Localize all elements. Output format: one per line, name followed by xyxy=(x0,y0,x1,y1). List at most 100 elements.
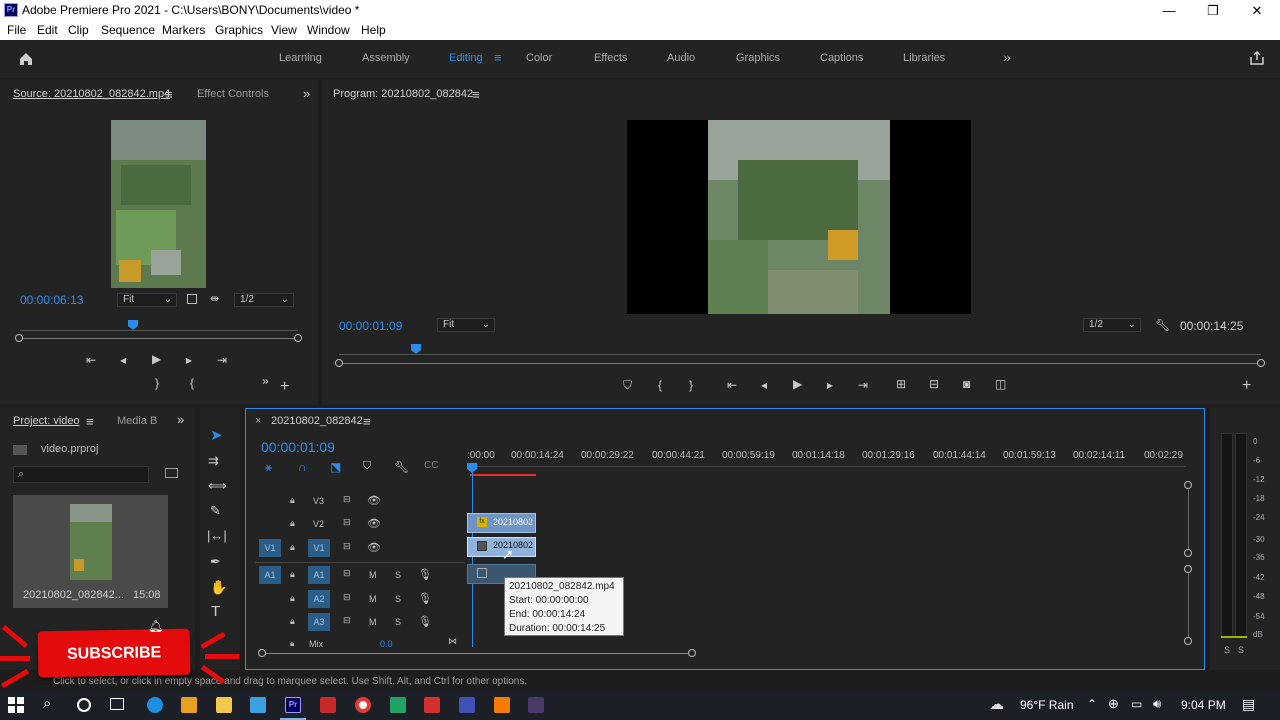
horizontal-scroll-handle-right[interactable] xyxy=(688,649,696,657)
sync-lock-icon[interactable]: ⊟ xyxy=(343,568,351,579)
task-view-icon[interactable] xyxy=(110,698,124,710)
volume-icon[interactable]: 🔊︎ xyxy=(1153,696,1161,712)
mute-icon[interactable]: M xyxy=(369,570,377,580)
source-more-controls-icon[interactable]: » xyxy=(262,374,269,388)
slip-tool-icon[interactable]: |↔| xyxy=(207,528,227,543)
minimize-button[interactable]: — xyxy=(1146,0,1192,21)
source-zoom-handle-left[interactable] xyxy=(15,334,23,342)
file-explorer-icon[interactable] xyxy=(216,697,232,713)
program-resolution-dropdown[interactable]: 1/2 ⌄ xyxy=(1083,318,1141,332)
share-icon[interactable] xyxy=(1249,50,1265,66)
eye-icon[interactable]: 👁︎ xyxy=(367,541,381,554)
microphone-icon[interactable]: 🎙︎ xyxy=(418,615,432,628)
chrome-icon[interactable] xyxy=(355,697,371,713)
vertical-scroll-handle-top[interactable] xyxy=(1184,565,1192,573)
source-add-button[interactable]: + xyxy=(280,378,289,396)
network-icon[interactable]: ▭ xyxy=(1131,697,1142,711)
app-icon[interactable] xyxy=(528,697,544,713)
track-target-a1[interactable]: A1 xyxy=(308,566,330,584)
project-search-input[interactable]: ⌕ xyxy=(13,466,149,483)
lock-icon[interactable]: 🔒︎ xyxy=(290,495,295,506)
source-patch-a1[interactable]: A1 xyxy=(259,566,281,584)
workspaces-more-button[interactable]: » xyxy=(1003,49,1011,65)
lift-icon[interactable]: ⊞ xyxy=(896,377,906,391)
snap-icon[interactable]: ∩ xyxy=(298,460,307,474)
mute-icon[interactable]: M xyxy=(369,617,377,627)
tab-project[interactable]: Project: video xyxy=(13,415,80,427)
eye-icon[interactable]: 👁︎ xyxy=(367,517,381,530)
track-target-v1[interactable]: V1 xyxy=(308,539,330,557)
menu-graphics[interactable]: Graphics xyxy=(215,23,263,37)
language-globe-icon[interactable]: ⊕ xyxy=(1108,696,1119,712)
track-target-a3[interactable]: A3 xyxy=(308,613,330,631)
vertical-scrollbar-audio[interactable] xyxy=(1188,573,1189,637)
new-bin-icon[interactable] xyxy=(165,468,178,478)
source-zoom-bar[interactable] xyxy=(20,338,298,339)
microphone-icon[interactable]: 🎙︎ xyxy=(418,592,432,605)
play-icon[interactable]: ▶ xyxy=(793,377,802,391)
add-marker-icon[interactable]: ⛉ xyxy=(363,460,371,473)
workspace-libraries[interactable]: Libraries xyxy=(903,52,945,64)
razor-tool-icon[interactable]: ✎ xyxy=(210,503,221,519)
timeline-timecode[interactable]: 00:00:01:09 xyxy=(261,439,335,455)
source-zoom-dropdown[interactable]: Fit ⌄ xyxy=(117,293,177,307)
maximize-button[interactable]: ❐ xyxy=(1190,0,1236,21)
source-more-button[interactable]: » xyxy=(303,86,310,101)
step-back-icon[interactable]: ◂ xyxy=(761,378,767,392)
selection-tool-icon[interactable]: ➤ xyxy=(210,426,223,444)
clock-time[interactable]: 9:04 PM xyxy=(1181,698,1226,712)
workspace-learning[interactable]: Learning xyxy=(279,52,322,64)
project-clip-thumbnail[interactable]: 20210802_082842... 15:08 xyxy=(13,495,168,608)
menu-clip[interactable]: Clip xyxy=(68,23,89,37)
program-zoom-dropdown[interactable]: Fit ⌄ xyxy=(437,318,495,332)
ripple-edit-tool-icon[interactable]: ⟺ xyxy=(208,478,227,494)
vertical-scroll-handle-bottom[interactable] xyxy=(1184,637,1192,645)
program-zoom-handle-right[interactable] xyxy=(1257,359,1265,367)
sync-lock-icon[interactable]: ⊟ xyxy=(343,541,351,552)
lock-icon[interactable]: 🔒︎ xyxy=(290,518,295,529)
tab-effect-controls[interactable]: Effect Controls xyxy=(197,88,269,100)
store-icon[interactable] xyxy=(181,697,197,713)
camera-icon[interactable]: ◙ xyxy=(963,377,970,391)
menu-edit[interactable]: Edit xyxy=(37,23,58,37)
notifications-icon[interactable]: ▤ xyxy=(1242,696,1255,713)
sync-lock-icon[interactable]: ⊟ xyxy=(343,615,351,626)
home-icon[interactable] xyxy=(18,51,34,67)
track-target-a2[interactable]: A2 xyxy=(308,590,330,608)
vertical-scroll-handle-bottom[interactable] xyxy=(1184,549,1192,557)
workspace-editing[interactable]: Editing xyxy=(449,52,483,64)
type-tool-icon[interactable]: T xyxy=(211,603,220,620)
microphone-icon[interactable]: 🎙︎ xyxy=(418,568,432,581)
mark-in-icon[interactable]: { xyxy=(190,376,194,390)
horizontal-scroll-handle-left[interactable] xyxy=(258,649,266,657)
menu-file[interactable]: File xyxy=(7,23,26,37)
go-to-in-icon[interactable]: ⇤ xyxy=(86,353,96,367)
extract-icon[interactable]: ⊟ xyxy=(929,377,939,391)
tab-source[interactable]: Source: 20210802_082842.mp4 xyxy=(13,88,170,100)
mix-bowtie-icon[interactable]: ⋈ xyxy=(448,636,457,647)
program-timecode[interactable]: 00:00:01:09 xyxy=(339,319,402,333)
compare-view-icon[interactable]: ◫ xyxy=(995,377,1006,391)
vertical-scrollbar-video[interactable] xyxy=(1188,489,1189,549)
wrench-icon[interactable]: 🔧︎ xyxy=(1155,318,1170,332)
mark-out-icon[interactable]: } xyxy=(689,378,693,392)
solo-left-button[interactable]: S xyxy=(1224,645,1230,655)
cortana-icon[interactable] xyxy=(77,698,91,712)
source-resolution-dropdown[interactable]: 1/2 ⌄ xyxy=(234,293,294,307)
edge-icon[interactable] xyxy=(147,697,163,713)
vertical-scroll-handle-top[interactable] xyxy=(1184,481,1192,489)
project-more-button[interactable]: » xyxy=(177,412,184,427)
lock-icon[interactable]: 🔒︎ xyxy=(290,639,294,649)
app-icon[interactable] xyxy=(390,697,406,713)
close-button[interactable]: ✕ xyxy=(1234,0,1280,21)
tray-chevron-up-icon[interactable]: ⌃ xyxy=(1087,697,1097,711)
source-panel-menu-icon[interactable]: ≡ xyxy=(165,87,173,102)
add-marker-icon[interactable]: ⛉ xyxy=(623,378,632,393)
linked-selection-icon[interactable]: ⬔ xyxy=(330,460,341,474)
tab-media-browser[interactable]: Media B xyxy=(117,415,157,427)
workspace-audio[interactable]: Audio xyxy=(667,52,695,64)
program-add-button[interactable]: + xyxy=(1242,377,1251,395)
timeline-settings-icon[interactable]: 🔧︎ xyxy=(394,460,409,474)
mail-icon[interactable] xyxy=(250,697,266,713)
workspace-menu-icon[interactable]: ≡ xyxy=(494,50,502,65)
